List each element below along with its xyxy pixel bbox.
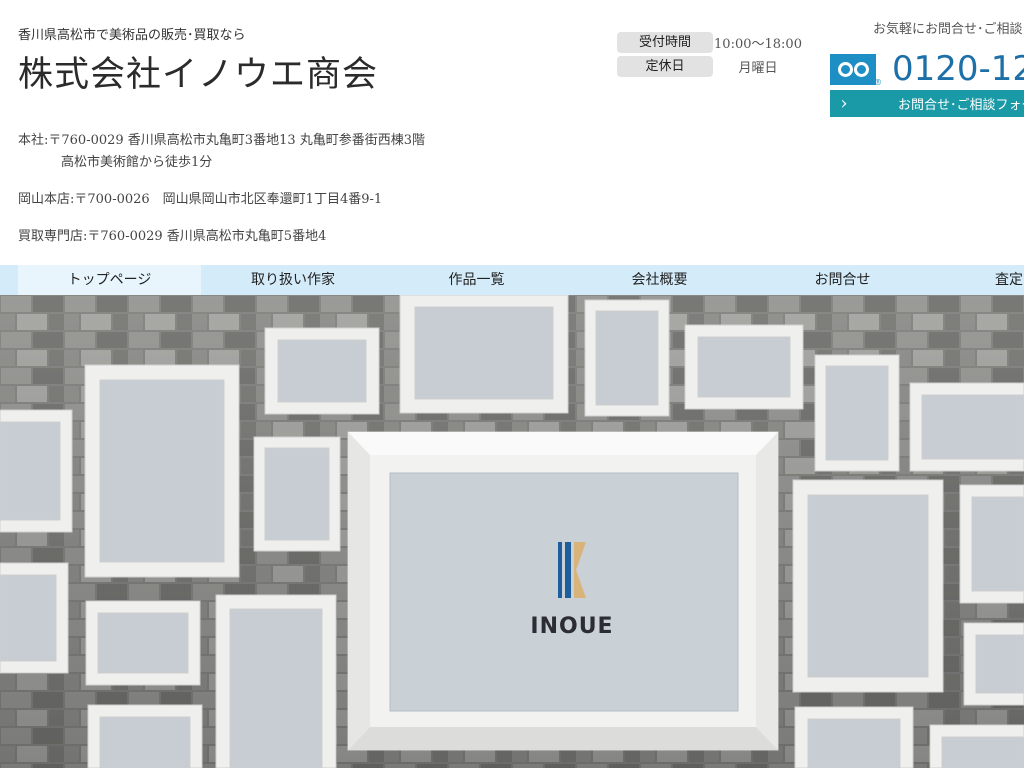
contact-block: お気軽にお問合せ･ご相談 ® 0120-122 › お問合せ･ご相談フォー [830,18,1024,117]
nav-item-works[interactable]: 作品一覧 [385,265,568,295]
contact-form-label: お問合せ･ご相談フォー [898,98,1024,113]
nav-item-contact[interactable]: お問合せ [751,265,934,295]
inoue-k-logo-icon [558,542,586,598]
site-tagline: 香川県高松市で美術品の販売･買取なら [18,28,246,43]
nav-item-appraisal[interactable]: 査定 [934,265,1024,295]
closed-day-value: 月曜日 [738,61,778,76]
contact-form-button[interactable]: › お問合せ･ご相談フォー [830,90,1024,117]
company-name-logo[interactable]: 株式会社イノウエ商会 [18,46,378,97]
address-okayama-store: 岡山本店:〒700-0026 岡山県岡山市北区奉還町1丁目4番9-1 [18,192,383,207]
hours-row-closed: 定休日 月曜日 [617,56,803,77]
address-buying-store: 買取専門店:〒760-0029 香川県高松市丸亀町5番地4 [18,229,327,244]
hero-image: INOUE [0,295,1024,768]
address-head-office-access: 高松市美術館から徒歩1分 [61,155,213,170]
nav-item-top[interactable]: トップページ [18,265,201,295]
freedial-icon: ® [830,53,882,87]
phone-link[interactable]: ® 0120-122 [830,49,1024,89]
nav-item-artists[interactable]: 取り扱い作家 [201,265,385,295]
hours-row-reception: 受付時間 10:00〜18:00 [617,32,803,53]
brick-wall-with-frames-image [0,295,1024,768]
address-list: 本社:〒760-0029 香川県高松市丸亀町3番地13 丸亀町参番街西棟3階 高… [18,132,425,250]
contact-lead-text: お気軽にお問合せ･ご相談 [873,22,1023,37]
nav-item-company[interactable]: 会社概要 [568,265,751,295]
site-header: 香川県高松市で美術品の販売･買取なら 株式会社イノウエ商会 受付時間 10:00… [0,0,1024,265]
hours-label: 受付時間 [617,32,713,53]
inoue-logo-text: INOUE [530,614,614,639]
inoue-logo: INOUE [520,540,624,639]
phone-number[interactable]: 0120-122 [892,49,1024,89]
chevron-right-icon: › [840,93,848,114]
hours-value: 10:00〜18:00 [714,37,802,52]
address-head-office: 本社:〒760-0029 香川県高松市丸亀町3番地13 丸亀町参番街西棟3階 [18,133,426,148]
global-nav: トップページ 取り扱い作家 作品一覧 会社概要 お問合せ 査定 [0,265,1024,295]
closed-day-label: 定休日 [617,56,713,77]
business-hours: 受付時間 10:00〜18:00 定休日 月曜日 [617,32,803,80]
